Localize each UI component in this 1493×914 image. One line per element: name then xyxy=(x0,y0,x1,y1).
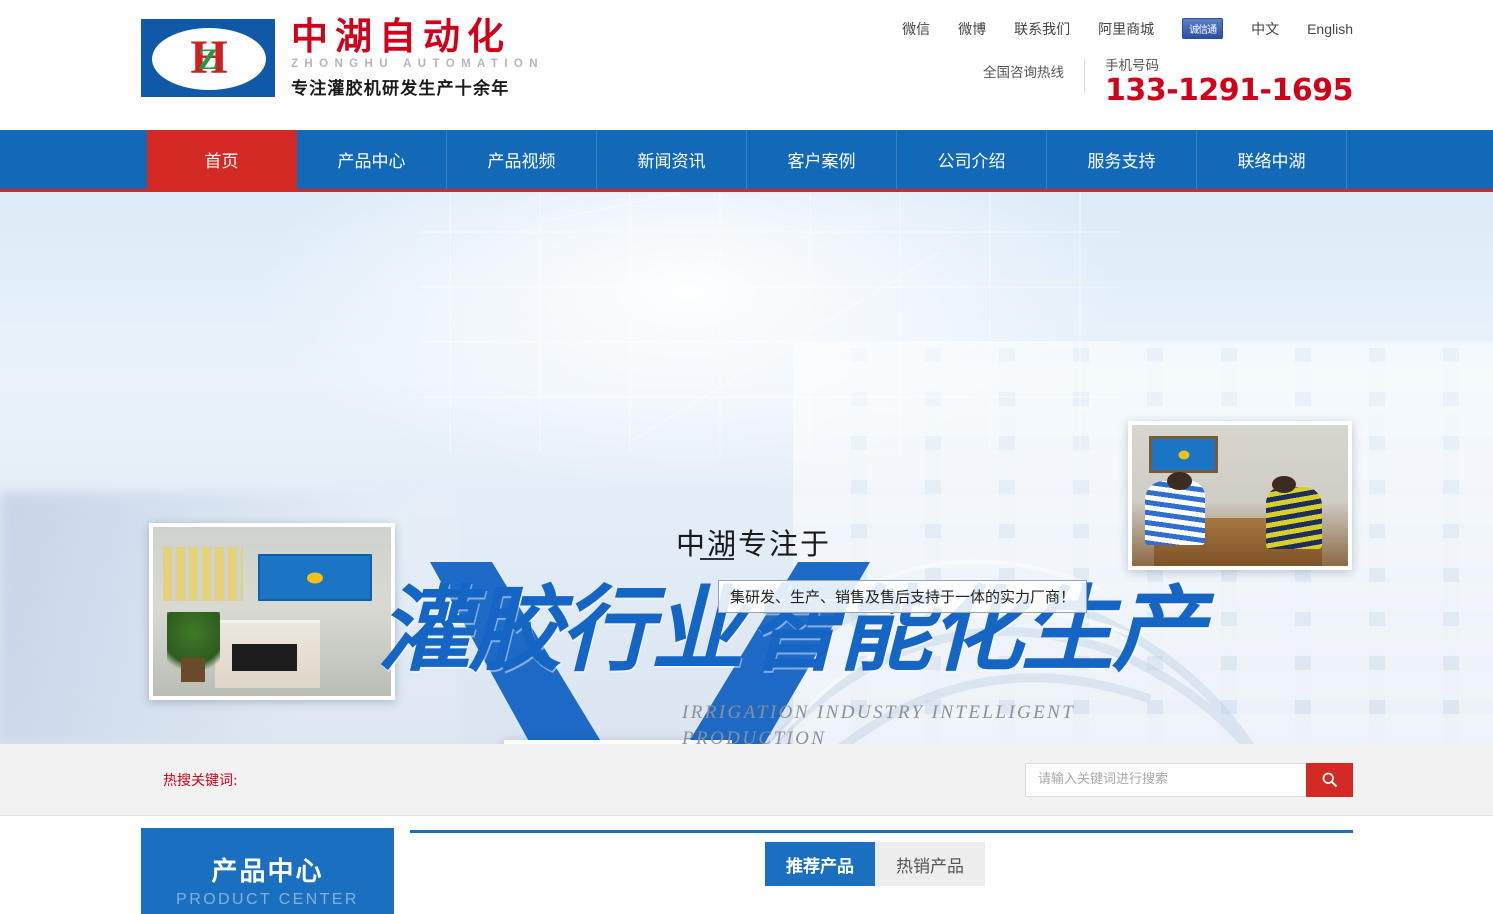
hotline-label: 全国咨询热线 xyxy=(982,65,1064,80)
banner-tagline: 集研发、生产、销售及售后支持于一体的实力厂商！ xyxy=(718,580,1088,613)
search-strip: 热搜关键词: xyxy=(0,744,1493,816)
meeting-photo-company-sign xyxy=(1149,436,1219,473)
search-button[interactable] xyxy=(1306,762,1353,797)
office-photo-reception-desk xyxy=(214,619,320,688)
logo-slogan: 专注灌胶机研发生产十余年 xyxy=(291,78,510,99)
nav-item-product-videos[interactable]: 产品视频 xyxy=(447,130,597,189)
top-link-chinese[interactable]: 中文 xyxy=(1251,19,1279,39)
banner-eyebrow-text: 中湖专注于 xyxy=(676,527,832,561)
search-icon xyxy=(1322,772,1337,787)
nav-item-contact[interactable]: 联络中湖 xyxy=(1197,130,1347,189)
banner-eyebrow-underline xyxy=(700,558,734,560)
nav-item-home[interactable]: 首页 xyxy=(147,130,297,189)
header-hotline: 全国咨询热线 手机号码 133-1291-1695 xyxy=(982,58,1354,109)
top-link-contact-us[interactable]: 联系我们 xyxy=(1014,19,1070,39)
meeting-photo-person-right xyxy=(1265,487,1323,550)
tab-hot-products[interactable]: 热销产品 xyxy=(875,842,985,886)
tab-recommended-products[interactable]: 推荐产品 xyxy=(765,842,875,886)
office-photo-company-sign xyxy=(257,554,372,602)
top-link-alibaba-mall[interactable]: 阿里商城 xyxy=(1098,19,1154,39)
banner-headline-part1: 灌胶行业 xyxy=(378,576,744,684)
banner-photo-office-reception[interactable] xyxy=(149,523,395,700)
nav-item-products[interactable]: 产品中心 xyxy=(297,130,447,189)
meeting-photo-person-left xyxy=(1144,481,1206,545)
top-link-wechat[interactable]: 微信 xyxy=(902,19,930,39)
nav-left-spacer xyxy=(0,130,147,189)
logo-letter-z: Z xyxy=(197,42,219,76)
logo-mark-icon: H Z xyxy=(141,19,275,98)
product-tabs: 推荐产品 热销产品 xyxy=(765,842,985,886)
nav-item-about[interactable]: 公司介绍 xyxy=(897,130,1047,189)
office-photo-plant xyxy=(167,611,220,683)
nav-item-support[interactable]: 服务支持 xyxy=(1047,130,1197,189)
office-photo-notice-board xyxy=(162,547,244,602)
meeting-photo-head-right xyxy=(1272,475,1297,493)
logo-company-name-cn: 中湖自动化 xyxy=(291,15,511,58)
meeting-photo-head-left xyxy=(1166,471,1193,490)
logo-company-name-en: ZHONGHU AUTOMATION xyxy=(291,57,544,70)
hotline-phone-number: 133-1291-1695 xyxy=(1104,73,1354,109)
top-link-english[interactable]: English xyxy=(1307,21,1353,37)
product-center-title-en: PRODUCT CENTER xyxy=(176,891,359,908)
hero-banner: 中湖专注于 灌胶行业智能化生产 集研发、生产、销售及售后支持于一体的实力厂商！ … xyxy=(0,192,1493,744)
nav-item-news[interactable]: 新闻资讯 xyxy=(597,130,747,189)
product-center-section: 产品中心 PRODUCT CENTER 推荐产品 热销产品 xyxy=(0,816,1493,914)
banner-subtitle-en: IRRIGATION INDUSTRY INTELLIGENT PRODUCTI… xyxy=(682,702,1075,744)
product-section-rule xyxy=(410,830,1353,833)
hotline-sub-label: 手机号码 xyxy=(1104,58,1159,73)
header-utility-links: 微信 微博 联系我们 阿里商城 诚信通 中文 English xyxy=(902,18,1353,39)
hotline-divider xyxy=(1083,58,1085,94)
logo-text-block: 中湖自动化 ZHONGHU AUTOMATION 专注灌胶机研发生产十余年 xyxy=(291,15,544,99)
product-center-heading: 产品中心 PRODUCT CENTER xyxy=(141,828,394,914)
site-header: H Z 中湖自动化 ZHONGHU AUTOMATION 专注灌胶机研发生产十余… xyxy=(0,0,1493,130)
product-center-title-cn: 产品中心 xyxy=(211,857,324,887)
search-box xyxy=(1025,762,1353,797)
top-link-weibo[interactable]: 微博 xyxy=(958,19,986,39)
site-logo[interactable]: H Z 中湖自动化 ZHONGHU AUTOMATION 专注灌胶机研发生产十余… xyxy=(141,15,544,99)
search-input[interactable] xyxy=(1025,762,1306,797)
trust-badge-icon[interactable]: 诚信通 xyxy=(1182,18,1224,39)
nav-item-cases[interactable]: 客户案例 xyxy=(747,130,897,189)
hot-keywords-label: 热搜关键词: xyxy=(163,772,238,789)
main-navigation: 首页 产品中心 产品视频 新闻资讯 客户案例 公司介绍 服务支持 联络中湖 xyxy=(0,130,1493,192)
hotline-number-block: 手机号码 133-1291-1695 xyxy=(1104,58,1354,109)
banner-photo-meeting-room[interactable] xyxy=(1128,421,1352,570)
